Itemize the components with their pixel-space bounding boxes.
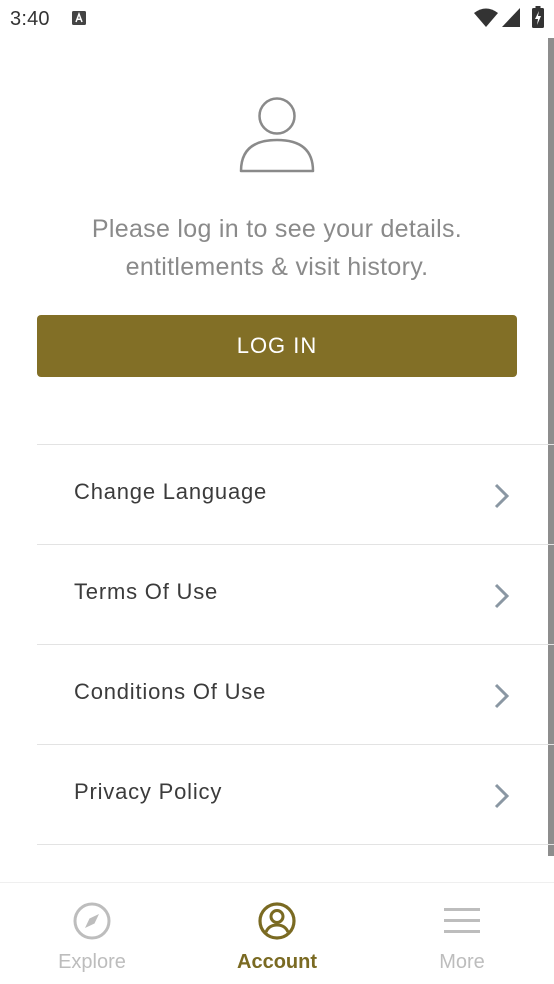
menu-item-label: Conditions Of Use: [74, 679, 267, 704]
hamburger-menu-icon: [444, 908, 480, 933]
settings-menu: Change Language Terms Of Use Conditions …: [37, 444, 554, 845]
nav-label-more: More: [439, 951, 485, 973]
status-time: 3:40: [10, 8, 50, 30]
nav-tab-more[interactable]: More: [370, 883, 554, 984]
menu-item-change-language[interactable]: Change Language: [37, 445, 554, 544]
account-screen: 3:40 Please log in to see your details. …: [0, 0, 554, 984]
compass-icon: [73, 902, 111, 940]
chevron-right-icon: [494, 683, 510, 709]
battery-icon: [532, 6, 544, 28]
menu-item-label: Terms Of Use: [74, 579, 219, 604]
wifi-icon: [474, 8, 498, 27]
nav-tab-explore[interactable]: Explore: [0, 883, 184, 984]
nav-tab-account[interactable]: Account: [185, 883, 369, 984]
bottom-nav: Explore Account More: [0, 882, 554, 984]
menu-item-privacy-policy[interactable]: Privacy Policy: [37, 745, 554, 844]
menu-item-label: Privacy Policy: [74, 779, 223, 804]
login-button[interactable]: LOG IN: [37, 315, 517, 377]
person-icon: [239, 97, 315, 173]
status-bar: 3:40: [0, 0, 554, 38]
divider: [37, 844, 554, 845]
chevron-right-icon: [494, 583, 510, 609]
signal-icon: [502, 8, 520, 27]
chevron-right-icon: [494, 783, 510, 809]
login-prompt-text: Please log in to see your details. entit…: [91, 215, 463, 281]
account-circle-icon: [258, 902, 296, 940]
chevron-right-icon: [494, 483, 510, 509]
menu-item-label: Change Language: [74, 479, 268, 504]
nav-label-account: Account: [237, 951, 317, 973]
a-notification-icon: [72, 11, 86, 25]
menu-item-conditions-of-use[interactable]: Conditions Of Use: [37, 645, 554, 744]
nav-label-explore: Explore: [58, 951, 126, 973]
menu-item-terms-of-use[interactable]: Terms Of Use: [37, 545, 554, 644]
